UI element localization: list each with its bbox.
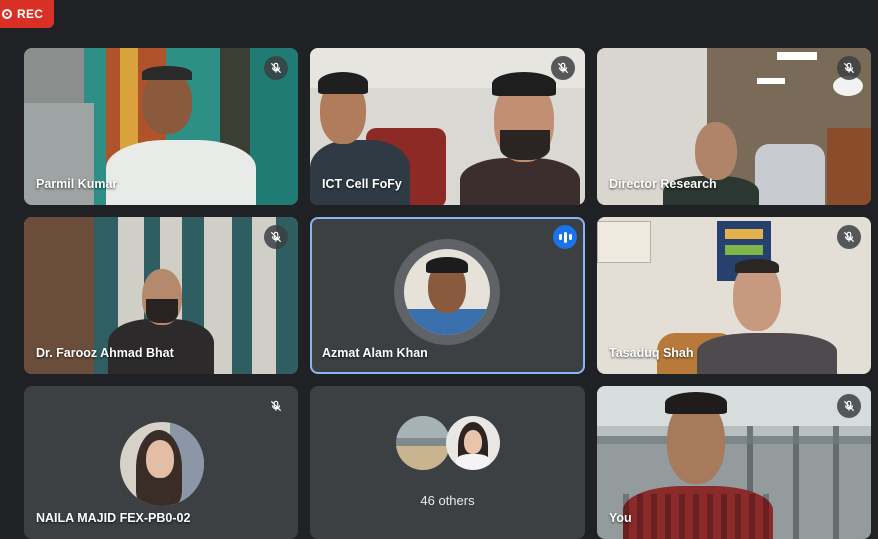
mic-off-icon xyxy=(264,225,288,249)
others-count-label: 46 others xyxy=(420,493,475,508)
mic-off-icon xyxy=(837,225,861,249)
participant-name: Parmil Kumar xyxy=(36,177,118,191)
recording-indicator: REC xyxy=(0,0,54,28)
avatar-ring xyxy=(394,239,500,345)
mic-off-icon xyxy=(264,394,288,418)
participant-name: Tasaduq Shah xyxy=(609,346,694,360)
participant-name: NAILA MAJID FEX-PB0-02 xyxy=(36,511,191,525)
participant-tile-active[interactable]: Azmat Alam Khan xyxy=(310,217,585,374)
audio-level-icon xyxy=(553,225,577,249)
participant-tile[interactable]: Tasaduq Shah xyxy=(597,217,871,374)
recording-label: REC xyxy=(17,7,44,21)
participant-name: ICT Cell FoFy xyxy=(322,177,402,191)
avatar xyxy=(396,416,450,470)
avatar xyxy=(120,422,204,506)
mic-off-icon xyxy=(264,56,288,80)
participant-tile[interactable]: Dr. Farooz Ahmad Bhat xyxy=(24,217,298,374)
self-view-tile[interactable]: You xyxy=(597,386,871,539)
avatar xyxy=(446,416,500,470)
mic-off-icon xyxy=(837,56,861,80)
participant-name: Director Research xyxy=(609,177,717,191)
participant-name: Azmat Alam Khan xyxy=(322,346,428,360)
participant-tile[interactable]: Parmil Kumar xyxy=(24,48,298,205)
mic-off-icon xyxy=(837,394,861,418)
participant-tile[interactable]: NAILA MAJID FEX-PB0-02 xyxy=(24,386,298,539)
participant-name: Dr. Farooz Ahmad Bhat xyxy=(36,346,174,360)
mic-off-icon xyxy=(551,56,575,80)
participant-name: You xyxy=(609,511,632,525)
others-tile[interactable]: 46 others xyxy=(310,386,585,539)
record-icon xyxy=(2,9,12,19)
participant-tile[interactable]: ICT Cell FoFy xyxy=(310,48,585,205)
participant-tile[interactable]: Director Research xyxy=(597,48,871,205)
avatar xyxy=(404,249,490,335)
